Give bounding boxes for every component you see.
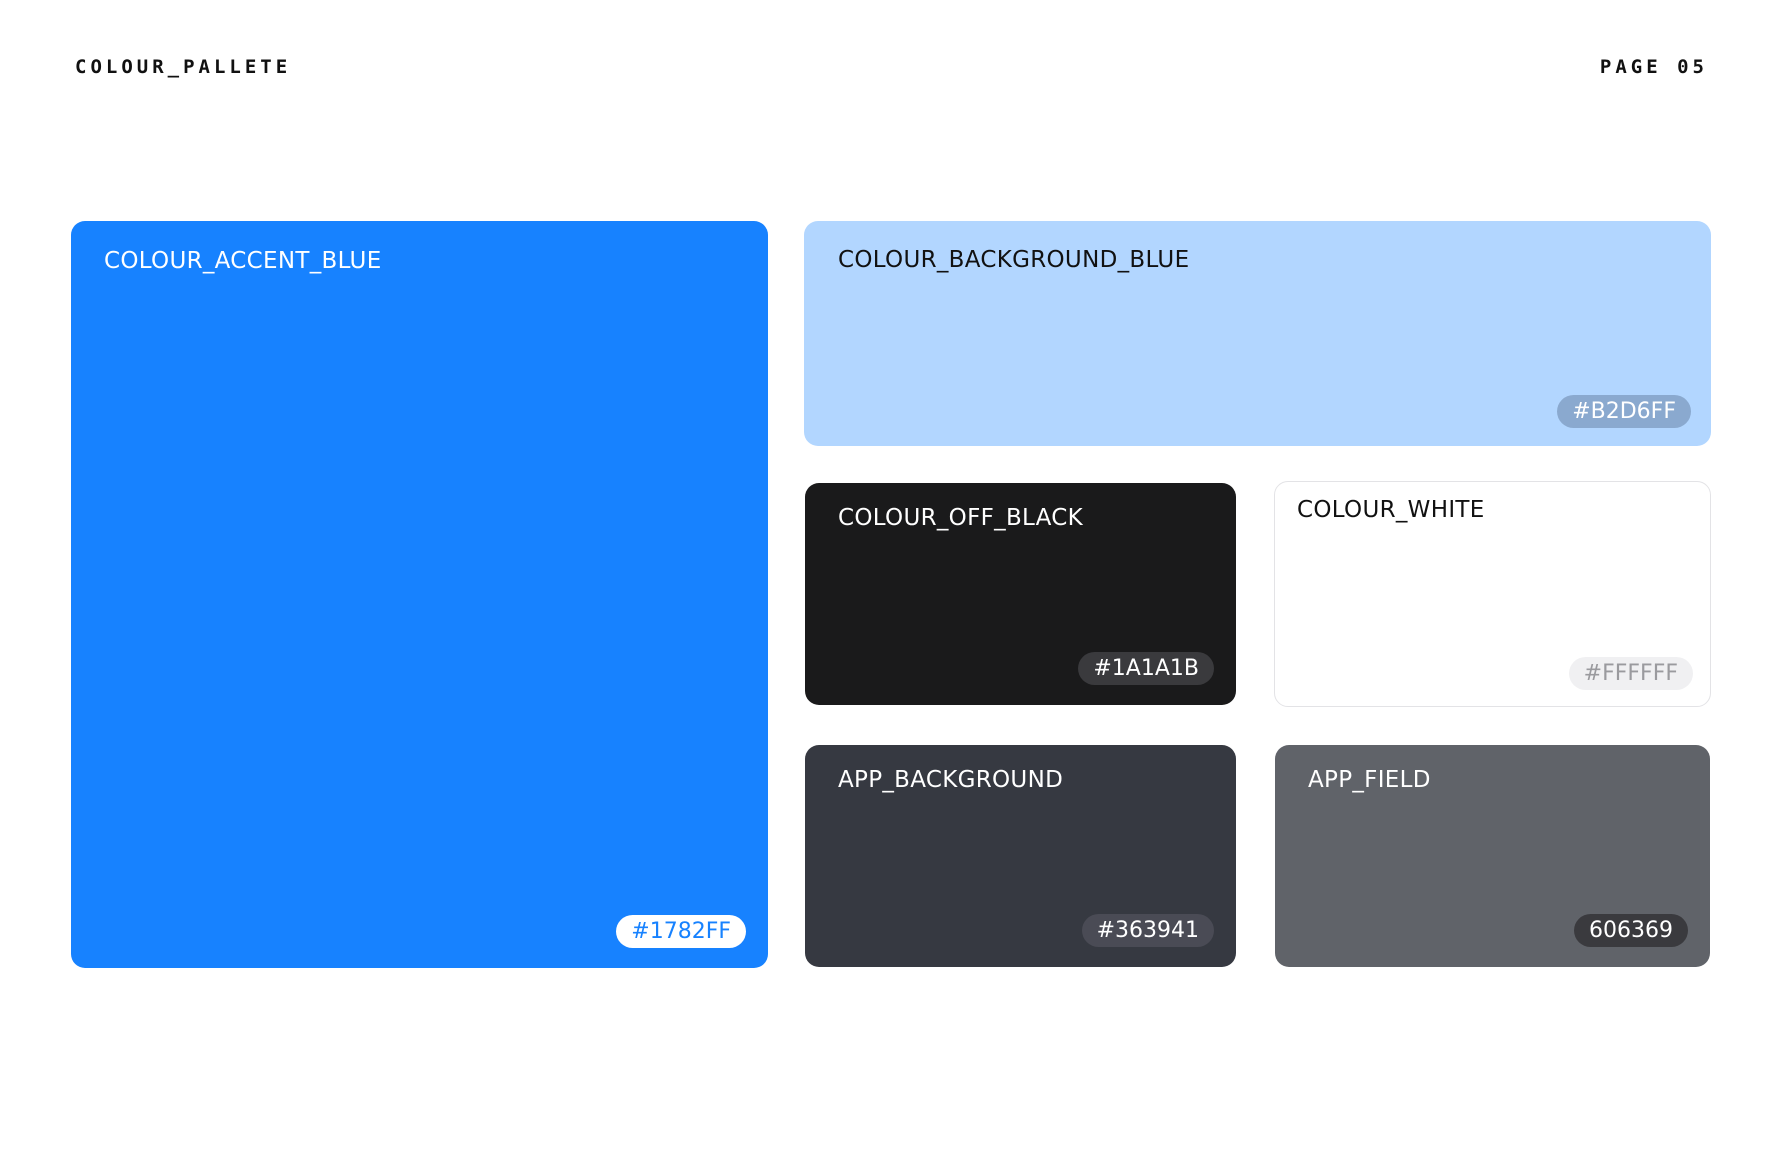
swatch-name: COLOUR_WHITE [1297, 497, 1485, 523]
swatch-name: COLOUR_BACKGROUND_BLUE [838, 247, 1190, 273]
page-title: COLOUR_PALLETE [75, 56, 292, 78]
swatch-name: APP_FIELD [1308, 767, 1431, 793]
swatch-name: COLOUR_ACCENT_BLUE [104, 248, 382, 274]
swatch-app-field: APP_FIELD 606369 [1275, 745, 1710, 967]
swatch-hex-badge: 606369 [1574, 914, 1688, 947]
swatch-hex-badge: #363941 [1081, 914, 1214, 947]
swatch-hex-badge: #1A1A1B [1078, 652, 1214, 685]
swatch-name: COLOUR_OFF_BLACK [838, 505, 1084, 531]
swatch-hex-badge: #B2D6FF [1557, 395, 1691, 428]
swatch-colour-off-black: COLOUR_OFF_BLACK #1A1A1B [805, 483, 1236, 705]
swatch-hex-badge: #FFFFFF [1568, 657, 1693, 690]
swatch-name: APP_BACKGROUND [838, 767, 1064, 793]
page-number: PAGE 05 [1599, 56, 1708, 78]
swatch-colour-white: COLOUR_WHITE #FFFFFF [1274, 481, 1711, 707]
swatch-colour-accent-blue: COLOUR_ACCENT_BLUE #1782FF [71, 221, 768, 968]
swatch-colour-background-blue: COLOUR_BACKGROUND_BLUE #B2D6FF [804, 221, 1711, 446]
swatch-hex-badge: #1782FF [616, 915, 746, 948]
swatch-app-background: APP_BACKGROUND #363941 [805, 745, 1236, 967]
